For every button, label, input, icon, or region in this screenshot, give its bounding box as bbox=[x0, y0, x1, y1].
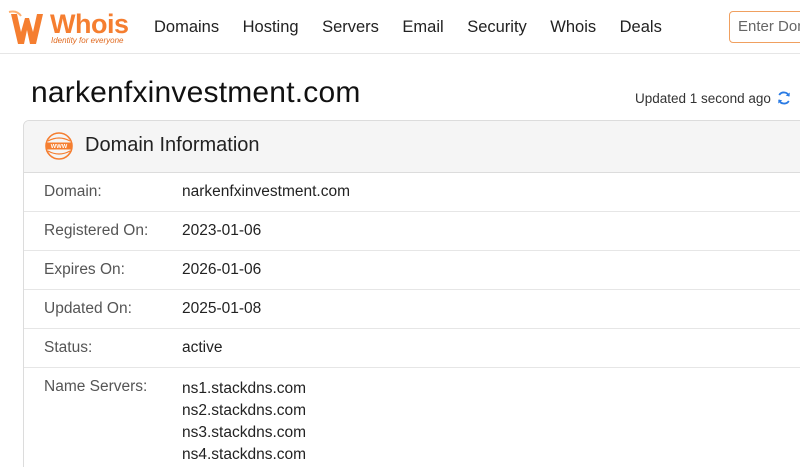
main-nav: Domains Hosting Servers Email Security W… bbox=[154, 17, 685, 37]
refresh-icon[interactable] bbox=[776, 90, 792, 106]
row-label: Status: bbox=[44, 339, 93, 356]
updated-status: Updated 1 second ago bbox=[635, 90, 792, 106]
page-title: narkenfxinvestment.com bbox=[31, 76, 361, 109]
nav-item-hosting[interactable]: Hosting bbox=[243, 17, 299, 37]
name-server-item: ns2.stackdns.com bbox=[182, 402, 307, 419]
nav-item-email[interactable]: Email bbox=[402, 17, 443, 37]
row-value: 2023-01-06 bbox=[182, 222, 262, 239]
row-value: 2025-01-08 bbox=[182, 300, 262, 317]
logo-tagline: Identity for everyone bbox=[51, 36, 124, 45]
nav-item-whois[interactable]: Whois bbox=[550, 17, 596, 37]
name-server-list: ns1.stackdns.com ns2.stackdns.com ns3.st… bbox=[182, 378, 306, 466]
info-row-expires-on: Expires On: 2026-01-06 bbox=[24, 251, 800, 290]
top-navbar: Whois Identity for everyone Domains Host… bbox=[0, 0, 800, 54]
info-row-updated-on: Updated On: 2025-01-08 bbox=[24, 290, 800, 329]
name-server-item: ns1.stackdns.com bbox=[182, 380, 307, 397]
updated-text: Updated 1 second ago bbox=[635, 90, 771, 106]
row-value: narkenfxinvestment.com bbox=[182, 183, 350, 200]
row-label: Updated On: bbox=[44, 300, 132, 317]
name-server-item: ns3.stackdns.com bbox=[182, 424, 307, 441]
svg-text:WWW: WWW bbox=[51, 144, 68, 150]
whois-logo[interactable]: Whois Identity for everyone bbox=[7, 8, 132, 48]
info-row-name-servers: Name Servers: ns1.stackdns.com ns2.stack… bbox=[24, 368, 800, 467]
nav-item-security[interactable]: Security bbox=[467, 17, 527, 37]
nav-item-domains[interactable]: Domains bbox=[154, 17, 219, 37]
info-row-registered-on: Registered On: 2023-01-06 bbox=[24, 212, 800, 251]
row-label: Domain: bbox=[44, 183, 102, 200]
info-row-status: Status: active bbox=[24, 329, 800, 368]
card-title: Domain Information bbox=[85, 134, 260, 156]
row-label: Expires On: bbox=[44, 261, 125, 278]
name-server-item: ns4.stackdns.com bbox=[182, 446, 307, 463]
row-value: active bbox=[182, 339, 223, 356]
nav-item-deals[interactable]: Deals bbox=[620, 17, 662, 37]
logo-mark-icon bbox=[8, 10, 43, 44]
row-label: Name Servers: bbox=[44, 378, 148, 395]
row-label: Registered On: bbox=[44, 222, 149, 239]
nav-item-servers[interactable]: Servers bbox=[322, 17, 379, 37]
row-value: 2026-01-06 bbox=[182, 261, 262, 278]
domain-search-input[interactable]: Enter Domain bbox=[729, 11, 800, 43]
www-icon: WWW bbox=[45, 132, 73, 160]
logo-wordmark: Whois bbox=[50, 9, 129, 39]
domain-information-card: WWW Domain Information Domain: narkenfxi… bbox=[23, 120, 800, 467]
info-row-domain: Domain: narkenfxinvestment.com bbox=[24, 173, 800, 212]
card-header: WWW Domain Information bbox=[24, 121, 800, 173]
